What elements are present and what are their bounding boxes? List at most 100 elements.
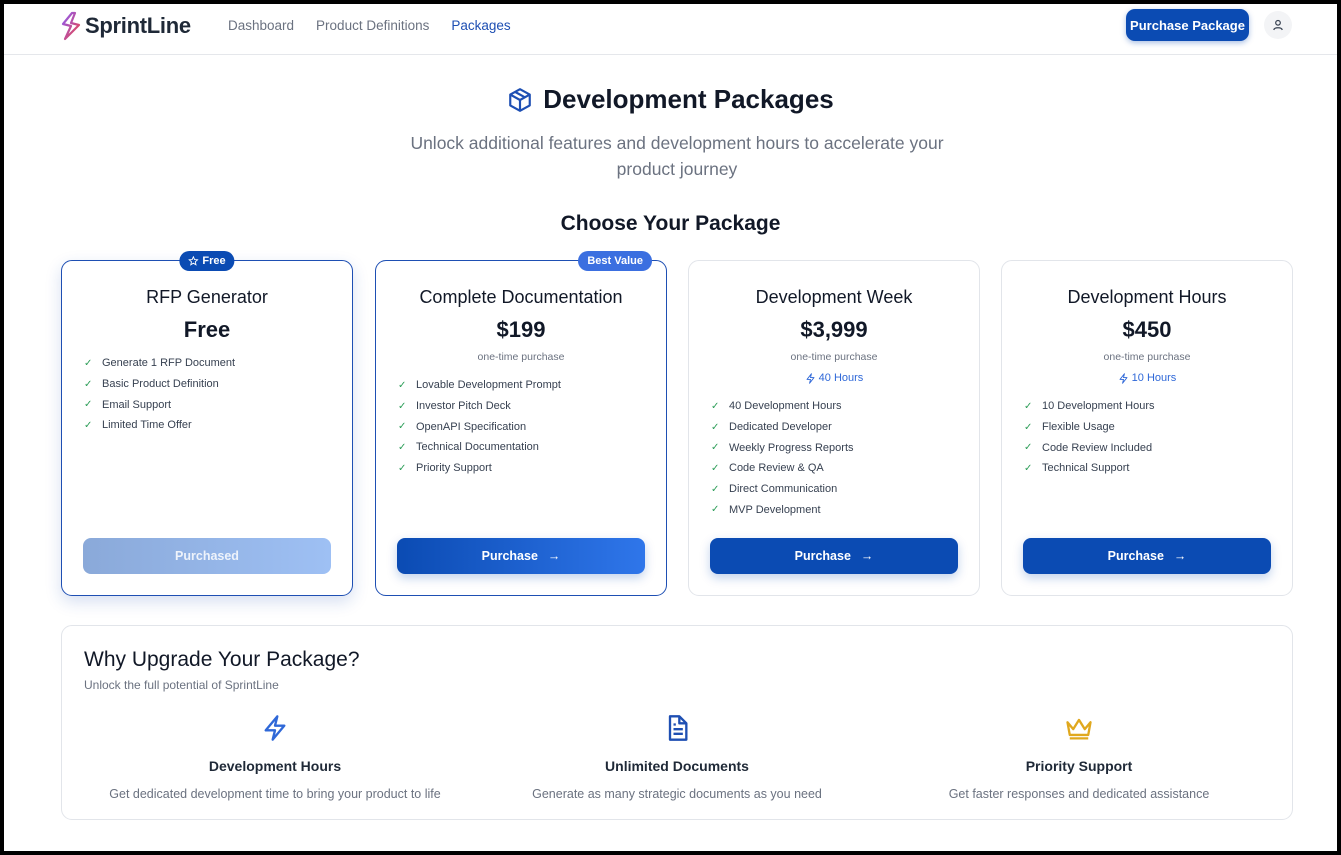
feature-item: ✓ Weekly Progress Reports — [711, 441, 854, 454]
purchase-note: one-time purchase — [1103, 351, 1191, 363]
purchase-note: one-time purchase — [477, 351, 565, 363]
feature-item: ✓ OpenAPI Specification — [398, 420, 527, 433]
check-icon: ✓ — [711, 462, 720, 474]
nav-item-dashboard[interactable]: Dashboard — [228, 18, 294, 33]
package-card-development-week: Development Week $3,999 one-time purchas… — [688, 260, 980, 596]
lightning-icon — [264, 715, 286, 741]
nav-item-product-definitions[interactable]: Product Definitions — [316, 18, 429, 33]
feature-item: ✓ 10 Development Hours — [1024, 400, 1155, 413]
benefit-description: Get dedicated development time to bring … — [109, 787, 441, 801]
feature-item: ✓ Flexible Usage — [1024, 421, 1115, 434]
page-title: Development Packages — [543, 84, 834, 114]
package-title: Development Week — [755, 287, 913, 307]
best-value-badge: Best Value — [578, 251, 652, 271]
feature-item: ✓ MVP Development — [711, 503, 821, 516]
feature-item: ✓ Technical Support — [1024, 462, 1130, 475]
crown-icon — [1066, 718, 1092, 740]
check-icon: ✓ — [398, 462, 407, 474]
feature-item: ✓ Email Support — [84, 398, 172, 411]
package-price: $450 — [1122, 317, 1172, 342]
why-upgrade-section: Why Upgrade Your Package? Unlock the ful… — [61, 625, 1293, 820]
check-icon: ✓ — [1024, 421, 1033, 433]
feature-item: ✓ Direct Communication — [711, 483, 838, 496]
check-icon: ✓ — [398, 400, 407, 412]
check-icon: ✓ — [84, 419, 93, 431]
badge-label: Free — [202, 255, 226, 267]
arrow-right-icon: → — [1173, 549, 1187, 563]
check-icon: ✓ — [84, 357, 93, 369]
benefit-priority-support: Priority Support Get faster responses an… — [878, 714, 1280, 801]
package-icon — [509, 87, 532, 112]
arrow-right-icon: → — [547, 549, 561, 563]
star-icon — [188, 256, 199, 266]
document-icon — [668, 715, 688, 741]
package-price: $199 — [496, 317, 546, 342]
hours-label: 40 Hours — [689, 372, 979, 384]
package-price: Free — [183, 317, 231, 342]
benefit-description: Get faster responses and dedicated assis… — [948, 787, 1210, 801]
feature-item: ✓ Limited Time Offer — [84, 419, 192, 432]
feature-item: ✓ Priority Support — [398, 462, 492, 475]
purchase-button-development-hours[interactable]: Purchase → — [1023, 538, 1271, 574]
benefit-title: Development Hours — [208, 758, 342, 774]
check-icon: ✓ — [711, 400, 720, 412]
hours-label: 10 Hours — [1002, 372, 1292, 384]
purchase-button-complete-documentation[interactable]: Purchase → — [397, 538, 645, 574]
benefit-title: Unlimited Documents — [605, 758, 749, 774]
purchase-package-button[interactable]: Purchase Package — [1126, 9, 1249, 41]
feature-item: ✓ Technical Documentation — [398, 441, 539, 454]
free-badge: Free — [179, 251, 235, 271]
benefit-description: Generate as many strategic documents as … — [532, 787, 822, 801]
feature-list: ✓ 10 Development Hours ✓ Flexible Usage ✓ C… — [1024, 396, 1155, 479]
check-icon: ✓ — [1024, 400, 1033, 412]
check-icon: ✓ — [1024, 442, 1033, 454]
feature-item: ✓ Code Review & QA — [711, 462, 824, 475]
purchase-note: one-time purchase — [790, 351, 878, 363]
check-icon: ✓ — [84, 378, 93, 390]
check-icon: ✓ — [711, 442, 720, 454]
package-card-rfp-generator: Free RFP Generator Free ✓ Generate 1 RFP … — [61, 251, 353, 596]
check-icon: ✓ — [711, 421, 720, 433]
why-title: Why Upgrade Your Package? — [84, 648, 360, 671]
top-navigation-bar: SprintLine Dashboard Product Definitions… — [4, 4, 1337, 55]
arrow-right-icon: → — [860, 549, 874, 563]
check-icon: ✓ — [711, 504, 720, 516]
feature-item: ✓ Basic Product Definition — [84, 378, 219, 391]
sprintline-logo-icon — [61, 11, 81, 41]
nav-item-packages[interactable]: Packages — [451, 18, 510, 33]
feature-list: ✓ Generate 1 RFP Document ✓ Basic Product … — [84, 353, 235, 436]
main-nav: Dashboard Product Definitions Packages — [228, 18, 511, 33]
page-subtitle: Unlock additional features and developme… — [410, 133, 944, 179]
package-card-complete-documentation: Best Value Complete Documentation $199 o… — [375, 251, 667, 596]
feature-item: ✓ 40 Development Hours — [711, 400, 842, 413]
badge-label: Best Value — [587, 255, 643, 267]
package-price: $3,999 — [800, 317, 868, 342]
feature-item: ✓ Generate 1 RFP Document — [84, 357, 236, 370]
purchase-button-development-week[interactable]: Purchase → — [710, 538, 958, 574]
feature-list: ✓ 40 Development Hours ✓ Dedicated Develop… — [711, 396, 854, 520]
lightning-icon — [1119, 372, 1128, 384]
purchased-button[interactable]: Purchased — [83, 538, 331, 574]
package-title: RFP Generator — [146, 287, 268, 307]
benefit-development-hours: Development Hours Get dedicated developm… — [74, 714, 476, 801]
user-menu-button[interactable] — [1264, 11, 1292, 39]
section-title: Choose Your Package — [560, 212, 781, 235]
page-title-row: Development Packages — [4, 84, 1337, 115]
check-icon: ✓ — [84, 399, 93, 411]
app-name: SprintLine — [85, 13, 191, 38]
check-icon: ✓ — [398, 379, 407, 391]
feature-list: ✓ Lovable Development Prompt ✓ Investor Pi… — [398, 375, 561, 478]
check-icon: ✓ — [1024, 462, 1033, 474]
feature-item: ✓ Dedicated Developer — [711, 421, 832, 434]
user-icon — [1273, 19, 1283, 31]
package-card-development-hours: Development Hours $450 one-time purchase… — [1001, 260, 1293, 596]
feature-item: ✓ Code Review Included — [1024, 441, 1153, 454]
benefit-title: Priority Support — [1025, 758, 1133, 774]
feature-item: ✓ Lovable Development Prompt — [398, 379, 561, 392]
check-icon: ✓ — [398, 441, 407, 453]
check-icon: ✓ — [398, 421, 407, 433]
feature-item: ✓ Investor Pitch Deck — [398, 400, 511, 413]
lightning-icon — [806, 372, 815, 384]
logo[interactable]: SprintLine — [59, 11, 191, 41]
why-subtitle: Unlock the full potential of SprintLine — [84, 678, 279, 692]
